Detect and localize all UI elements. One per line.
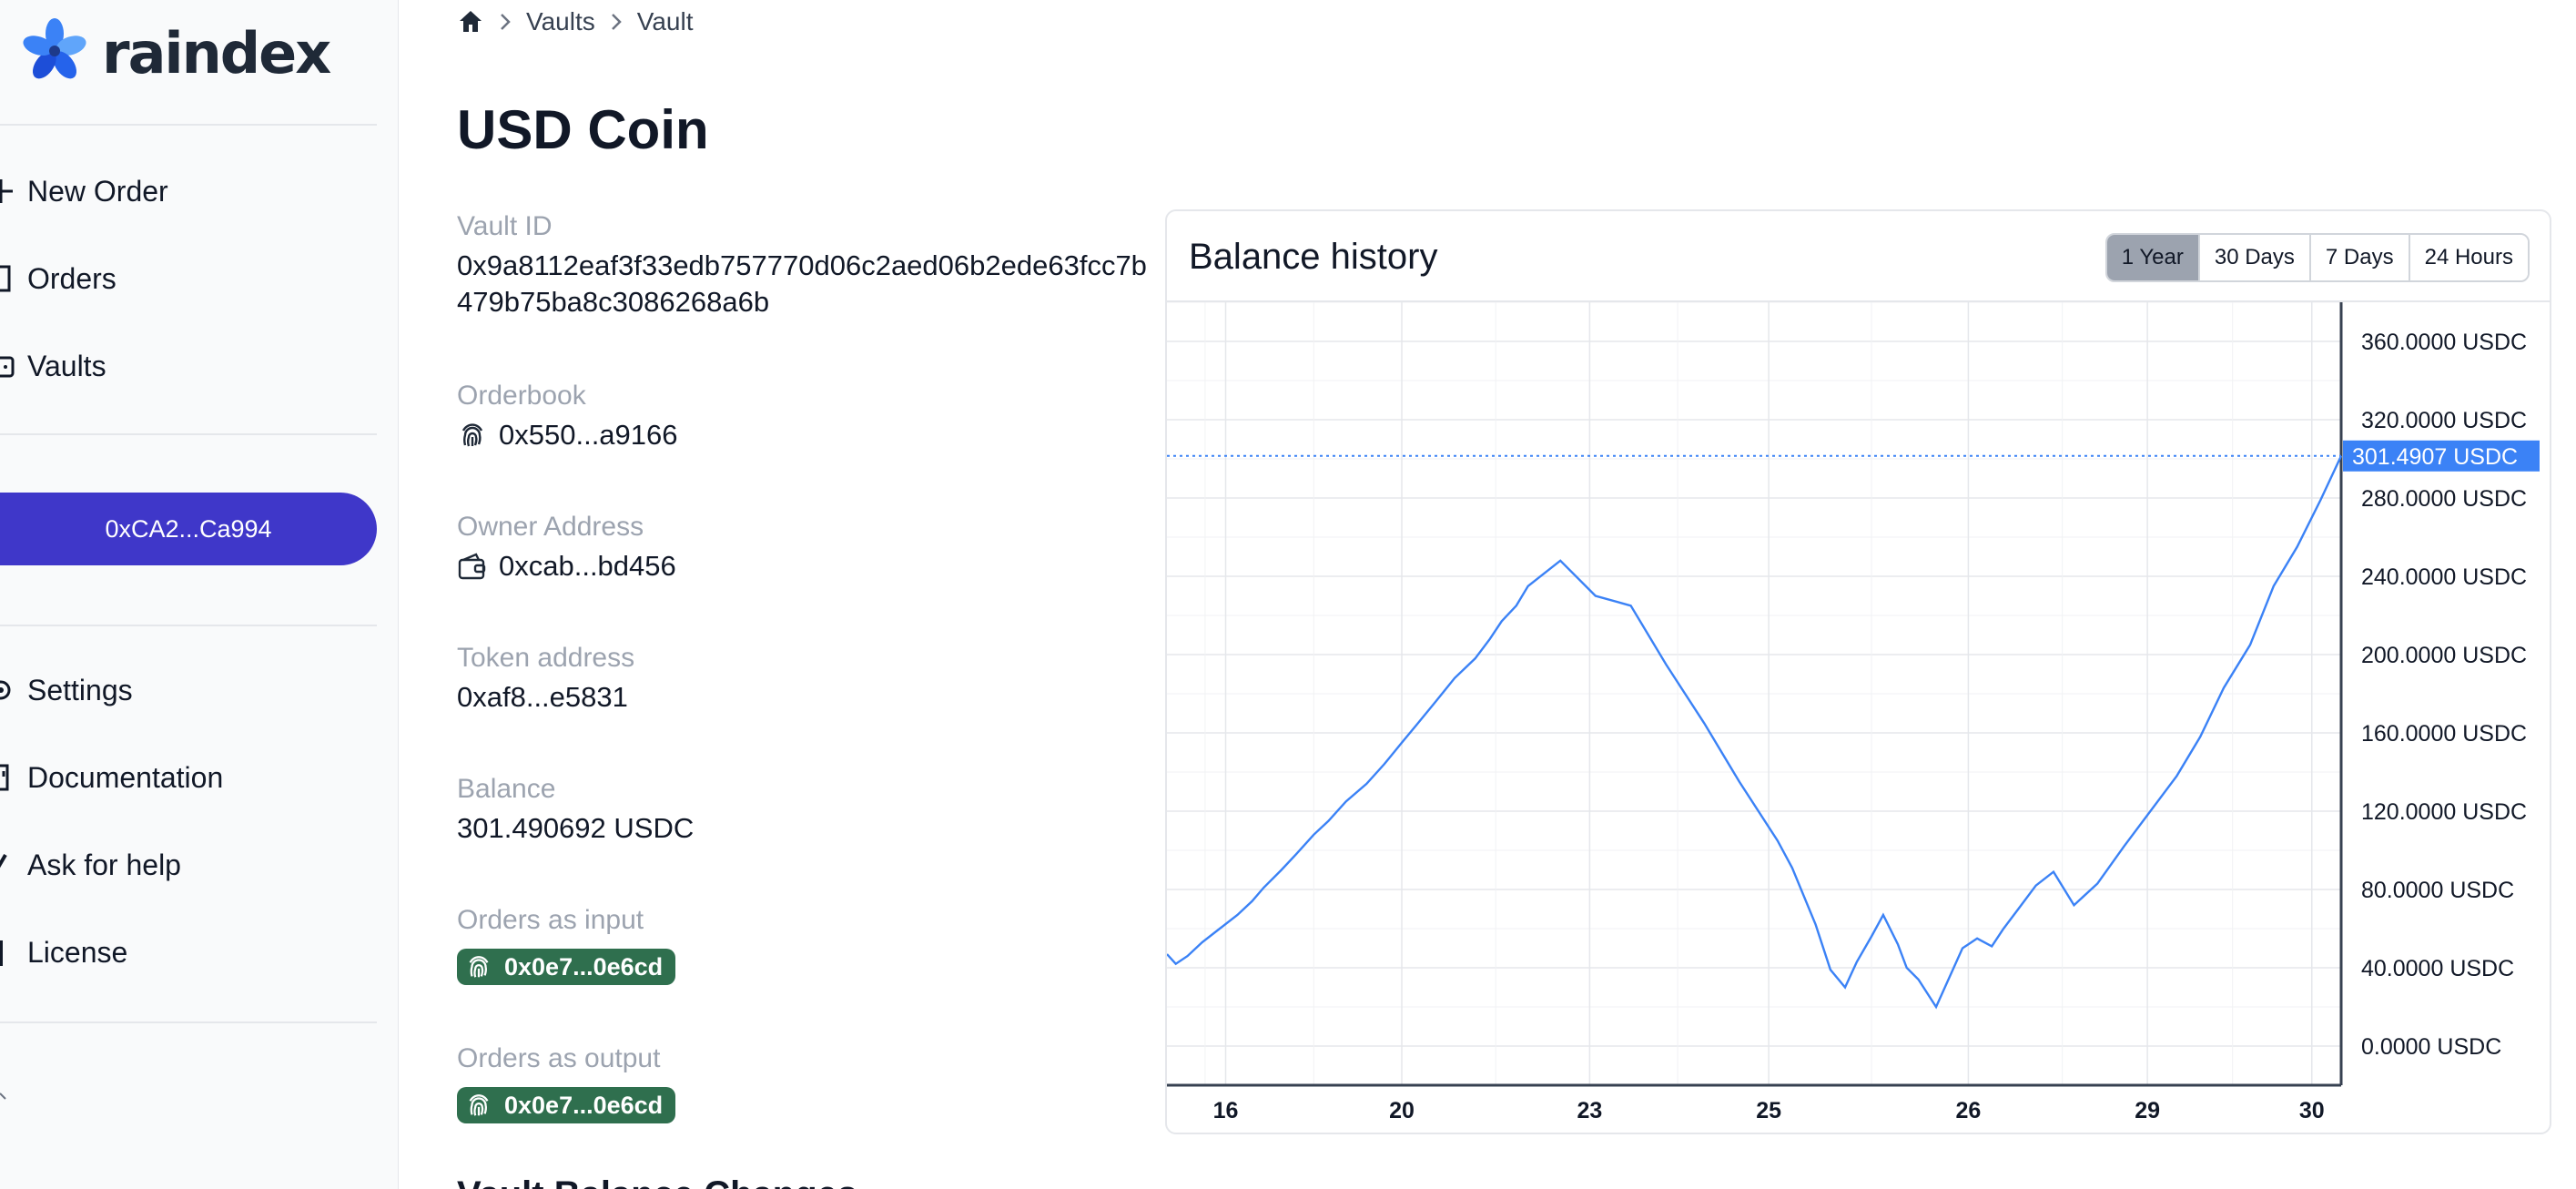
logo[interactable]: raindex (22, 18, 331, 87)
orders-as-input-label: Orders as input (457, 905, 644, 935)
chart-title: Balance history (1189, 237, 1438, 277)
sidebar-divider (0, 433, 377, 435)
sidebar-divider (0, 1021, 377, 1023)
sidebar-item-vaults[interactable]: Vaults (0, 339, 106, 393)
y-tick-label: 240.0000 USDC (2361, 564, 2527, 590)
chevron-right-icon (497, 11, 513, 33)
y-tick-label: 40.0000 USDC (2361, 956, 2514, 981)
book-icon (0, 759, 16, 796)
receipt-icon (0, 260, 16, 297)
sidebar-item-ask-for-help[interactable]: Ask for help (0, 838, 181, 892)
order-input-pill[interactable]: 0x0e7...0e6cd (457, 949, 676, 985)
chart-header: Balance history 1 Year 30 Days 7 Days 24… (1167, 211, 2550, 302)
sidebar: raindex New Order Orders Vaults 0xCA2...… (0, 0, 399, 1189)
range-30-days-button[interactable]: 30 Days (2197, 235, 2309, 280)
page-title: USD Coin (457, 99, 709, 160)
orderbook-label: Orderbook (457, 381, 586, 411)
breadcrumb: Vaults Vault (457, 4, 694, 40)
owner-address-value: 0xcab...bd456 (499, 550, 676, 582)
x-tick-label: 26 (1956, 1098, 1982, 1123)
balance-history-chart[interactable]: 0.0000 USDC 40.0000 USDC 80.0000 USDC 120.0… (1167, 302, 2550, 1133)
fingerprint-icon (457, 420, 488, 451)
raindex-flower-icon (23, 18, 86, 79)
sidebar-divider (0, 625, 377, 626)
range-24-hours-button[interactable]: 24 Hours (2408, 235, 2528, 280)
order-input-hash: 0x0e7...0e6cd (504, 952, 664, 981)
logo-text: raindex (102, 19, 331, 86)
time-range-selector: 1 Year 30 Days 7 Days 24 Hours (2104, 233, 2530, 282)
sidebar-item-label: Ask for help (27, 848, 181, 881)
collapse-chevron-icon[interactable] (0, 1083, 11, 1109)
balance-series-line (1167, 455, 2343, 1010)
order-output-pill[interactable]: 0x0e7...0e6cd (457, 1087, 676, 1123)
x-tick-label: 25 (1756, 1098, 1781, 1123)
y-tick-label: 0.0000 USDC (2361, 1034, 2501, 1060)
token-address-value: 0xaf8...e5831 (457, 681, 628, 713)
wallet-icon (0, 348, 16, 384)
orderbook-value: 0x550...a9166 (499, 419, 678, 451)
orderbook-field: Orderbook 0x550...a9166 (457, 381, 678, 453)
orders-as-input-field: Orders as input 0x0e7...0e6cd (457, 905, 676, 986)
breadcrumb-vault-current: Vault (636, 7, 694, 36)
x-tick-label: 29 (2135, 1098, 2160, 1123)
current-value-label: 301.4907 USDC (2352, 444, 2518, 470)
orderbook-value-row[interactable]: 0x550...a9166 (457, 417, 678, 453)
balance-history-card: Balance history 1 Year 30 Days 7 Days 24… (1165, 209, 2551, 1134)
sidebar-item-label: License (27, 935, 128, 969)
home-icon[interactable] (457, 8, 484, 36)
y-tick-label: 80.0000 USDC (2361, 878, 2514, 903)
fingerprint-icon (464, 952, 493, 981)
wallet-address-button[interactable]: 0xCA2...Ca994 (0, 493, 377, 565)
balance-field: Balance 301.490692 USDC (457, 774, 694, 847)
x-tick-label: 23 (1577, 1098, 1602, 1123)
help-icon (0, 847, 16, 883)
owner-address-field: Owner Address 0xcab...bd456 (457, 512, 676, 584)
plus-icon (0, 173, 16, 209)
sidebar-item-label: Vaults (27, 349, 106, 382)
sidebar-item-orders[interactable]: Orders (0, 251, 117, 306)
balance-label: Balance (457, 774, 556, 804)
breadcrumb-vaults-link[interactable]: Vaults (526, 7, 595, 36)
token-address-field: Token address 0xaf8...e5831 (457, 643, 634, 716)
owner-address-value-row[interactable]: 0xcab...bd456 (457, 548, 676, 584)
order-output-hash: 0x0e7...0e6cd (504, 1091, 664, 1119)
sidebar-divider (0, 124, 377, 126)
x-tick-label: 16 (1213, 1098, 1239, 1123)
y-tick-label: 200.0000 USDC (2361, 643, 2527, 668)
vault-balance-changes-heading: Vault Balance Changes (457, 1174, 857, 1189)
y-tick-label: 320.0000 USDC (2361, 408, 2527, 433)
x-tick-label: 20 (1389, 1098, 1415, 1123)
vault-id-field: Vault ID 0x9a8112eaf3f33edb757770d06c2ae… (457, 211, 1149, 320)
balance-value: 301.490692 USDC (457, 812, 695, 844)
fingerprint-icon (464, 1091, 493, 1120)
sidebar-item-label: Orders (27, 261, 117, 295)
sidebar-item-label: New Order (27, 174, 168, 208)
orders-as-output-field: Orders as output 0x0e7...0e6cd (457, 1043, 676, 1124)
vault-id-label: Vault ID (457, 211, 553, 241)
x-tick-label: 30 (2299, 1098, 2325, 1123)
y-tick-label: 360.0000 USDC (2361, 330, 2527, 355)
sidebar-item-settings[interactable]: Settings (0, 663, 133, 717)
gear-icon (0, 672, 16, 708)
y-tick-label: 280.0000 USDC (2361, 486, 2527, 512)
range-7-days-button[interactable]: 7 Days (2308, 235, 2409, 280)
chevron-right-icon (608, 11, 624, 33)
sidebar-item-label: Settings (27, 673, 133, 706)
owner-address-label: Owner Address (457, 512, 644, 542)
token-address-label: Token address (457, 643, 635, 673)
sidebar-item-license[interactable]: License (0, 925, 127, 980)
wallet-icon (457, 551, 488, 582)
sidebar-item-documentation[interactable]: Documentation (0, 750, 223, 805)
range-1-year-button[interactable]: 1 Year (2106, 235, 2198, 280)
sidebar-item-new-order[interactable]: New Order (0, 164, 168, 218)
document-icon (0, 934, 16, 971)
y-tick-label: 120.0000 USDC (2361, 799, 2527, 825)
vault-id-value: 0x9a8112eaf3f33edb757770d06c2aed06b2ede6… (457, 249, 1147, 318)
y-tick-label: 160.0000 USDC (2361, 721, 2527, 747)
sidebar-item-label: Documentation (27, 760, 224, 794)
orders-as-output-label: Orders as output (457, 1043, 661, 1073)
